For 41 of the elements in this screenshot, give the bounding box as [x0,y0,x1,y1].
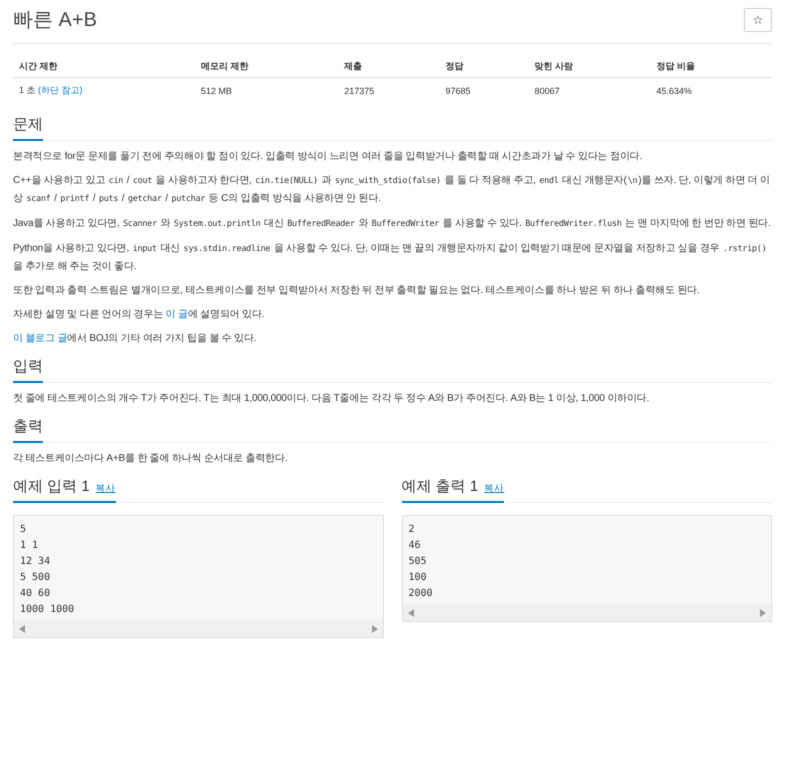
left-arrow-icon[interactable] [408,608,414,616]
section-heading: 문제 [13,115,43,141]
paragraph: Java를 사용하고 있다면, Scanner 와 System.out.println 대신 BufferedReader 와 BufferedWriter 를 사용할 수 있다. BufferedWriter.flush 는 맨 마지막에 한 번만 하면 된다. [13,217,772,231]
paragraph: 각 테스트케이스마다 A+B를 한 줄에 하나씩 순서대로 출력한다. [13,452,288,466]
table-cell: 1 초 (하단 참고) [13,78,195,103]
paragraph: 또한 입력과 출력 스트림은 별개이므로, 테스트케이스를 전부 입력받아서 저장한 뒤 전부 출력할 필요는 없다. 테스트케이스를 하나 받은 뒤 하나 출력해도 된다. [13,284,701,298]
horizontal-scrollbar[interactable] [402,604,771,621]
heading-text: 예제 입력 1 [13,477,90,496]
column-header: 시간 제한 [13,56,195,78]
paragraph: 자세한 설명 및 다른 언어의 경우는 이 글에 설명되어 있다. [13,308,266,322]
heading-text: 예제 출력 1 [402,477,478,496]
link[interactable]: 이 글 [166,309,188,320]
right-arrow-icon[interactable] [372,624,378,632]
paragraph: C++을 사용하고 있고 cin / cout 을 사용하고자 한다면, cin.tie(NULL) 과 sync_with_stdio(false) 를 둘 다 적용해 주고, endl 대신 개행문자(\n)를 쓰자. 단, 이렇게 하면 더 이상 scanf / printf / puts / getchar / putchar 등 C의 입출력 방식을 사용하면 안 된다. [13,174,771,206]
problem-title: 빠른 A+B [13,8,97,33]
column-header: 정답 비율 [650,56,772,78]
column-header: 맞힌 사람 [528,56,650,78]
sample-text: 5 1 1 12 34 5 500 40 60 1000 1000 [19,523,76,617]
paragraph: 이 블로그 글에서 BOJ의 기타 여러 가지 팁을 볼 수 있다. [13,332,258,346]
link[interactable]: (하단 참고) [38,85,83,95]
favorite-button[interactable]: ☆ [744,8,772,32]
table-cell: 217375 [338,78,440,103]
column-header: 메모리 제한 [194,56,338,78]
table-cell: 45.634% [650,78,772,103]
link[interactable]: 이 블로그 글 [13,333,68,344]
paragraph: 본격적으로 for문 문제를 풀기 전에 주의해야 할 점이 있다. 입출력 방식이 느리면 여러 줄을 입력받거나 출력할 때 시간초과가 날 수 있다는 점이다. [13,150,643,164]
table-cell: 80067 [528,78,650,103]
table-cell: 512 MB [194,78,338,103]
right-arrow-icon[interactable] [760,608,766,616]
section-heading: 입력 [13,357,43,383]
section-heading: 출력 [13,417,43,443]
left-arrow-icon[interactable] [19,624,25,632]
copy-link[interactable]: 복사 [484,482,504,495]
horizontal-scrollbar[interactable] [14,620,382,637]
column-header: 제출 [338,56,440,78]
copy-link[interactable]: 복사 [96,482,116,495]
paragraph: 첫 줄에 테스트케이스의 개수 T가 주어진다. T는 최대 1,000,000이다. 다음 T줄에는 각각 두 정수 A와 B가 주어진다. A와 B는 1 이상, 1,000 이하이다. [13,392,650,406]
column-header: 정답 [439,56,529,78]
paragraph: Python을 사용하고 있다면, input 대신 sys.stdin.readline 을 사용할 수 있다. 단, 이때는 맨 끝의 개행문자까지 같이 입력받기 때문에 문자열을 저장하고 싶을 경우 .rstrip() 을 추가로 해 주는 것이 좋다. [13,242,768,274]
table-cell: 97685 [439,78,529,103]
sample-text: 2 46 505 100 2000 [408,523,434,601]
